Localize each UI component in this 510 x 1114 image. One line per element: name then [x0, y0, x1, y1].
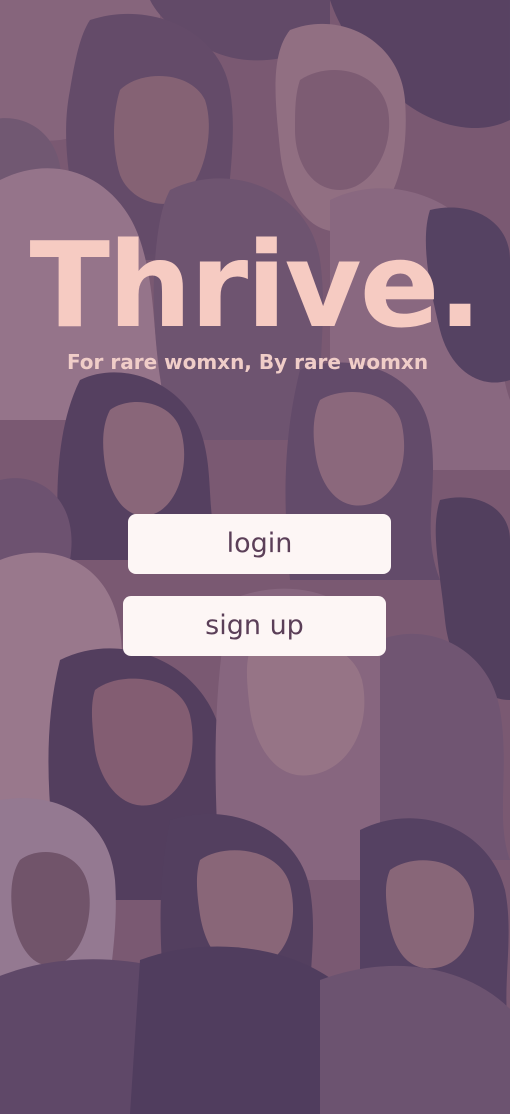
login-button[interactable]: login [128, 514, 391, 574]
signup-button[interactable]: sign up [123, 596, 386, 656]
app-tagline: For rare womxn, By rare womxn [66, 350, 429, 374]
app-title: Thrive. [29, 216, 483, 354]
